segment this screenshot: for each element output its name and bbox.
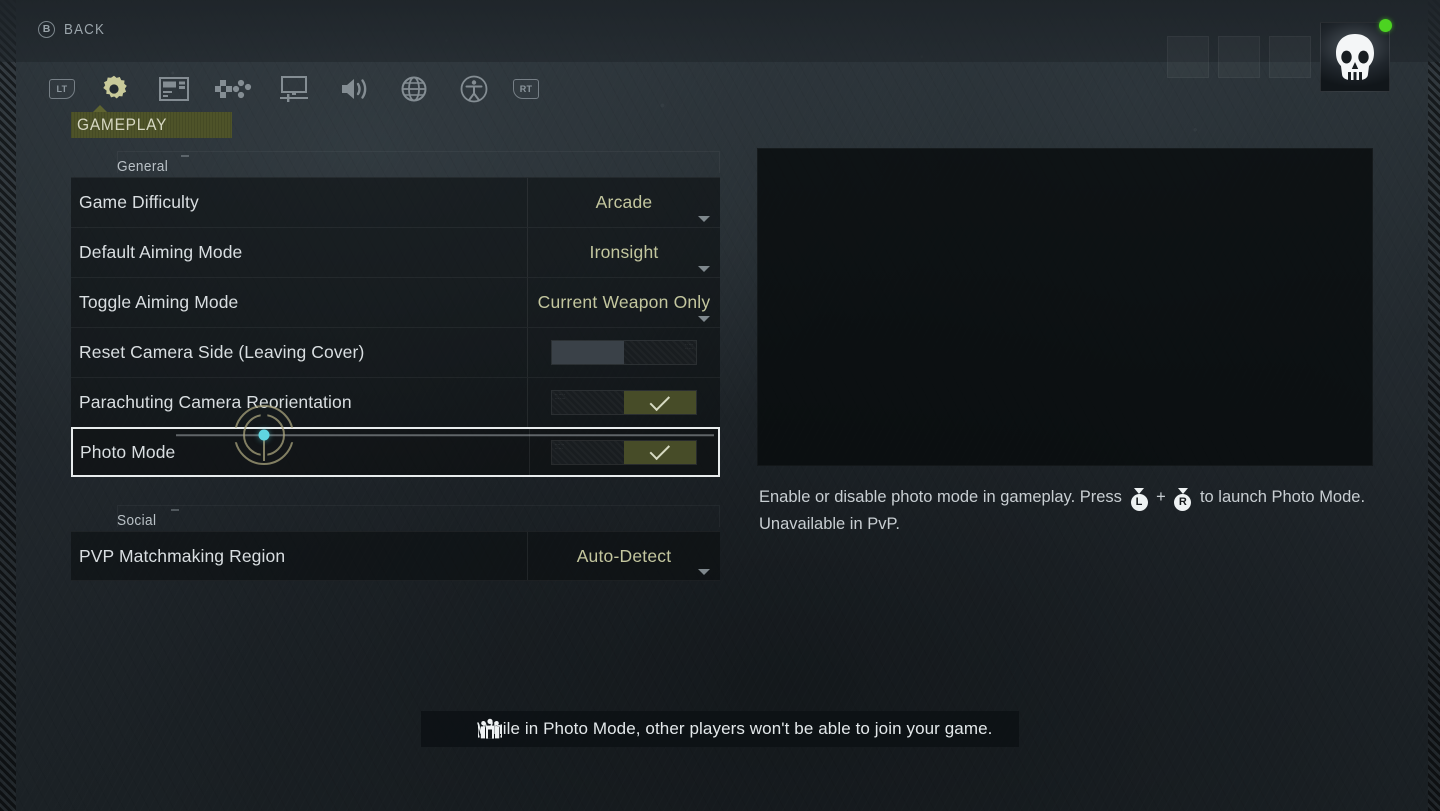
setting-row-default-aiming-mode[interactable]: Default Aiming Mode Ironsight (71, 227, 720, 277)
setting-label: Reset Camera Side (Leaving Cover) (79, 342, 365, 362)
toggle-switch-off[interactable]: ·· ··· ·· ··· (551, 340, 697, 365)
gamepad-icon (215, 79, 252, 99)
tab-accessibility[interactable] (444, 74, 504, 104)
settings-tab-bar: LT RT (40, 74, 548, 104)
avatar-card (1320, 22, 1390, 92)
setting-value: Arcade (595, 192, 653, 212)
toggle-switch-on[interactable]: ···· ·· ·· ··· (551, 439, 697, 465)
hud-interface-icon (159, 77, 189, 101)
settings-list: General Game Difficulty Arcade Default A… (71, 147, 720, 581)
toggle-micro-label: ·· ··· ·· ··· (685, 343, 693, 351)
notification-toast: While in Photo Mode, other players won't… (421, 711, 1019, 747)
section-header-social: Social (71, 501, 720, 531)
section-title: Social (117, 513, 157, 529)
description-part-1: Enable or disable photo mode in gameplay… (759, 488, 1122, 506)
settings-screen: B BACK LT RT GAMEPLAY General Game Diffi… (0, 0, 1440, 811)
rt-bumper-icon: RT (513, 79, 539, 99)
left-stick-button-icon: L (1130, 494, 1148, 511)
section-tick-icon (181, 155, 189, 157)
lt-bumper-icon: LT (49, 79, 75, 99)
avatar[interactable] (1320, 19, 1392, 92)
setting-control-toggle[interactable]: ·· ··· · ··· ···· (527, 378, 720, 427)
toggle-half-on[interactable]: ·· ··· ·· ··· (624, 341, 696, 364)
profile-slot-row (1167, 19, 1392, 92)
setting-label: Parachuting Camera Reorientation (79, 392, 352, 412)
setting-control-dropdown[interactable]: Ironsight (527, 228, 720, 277)
tab-lt-bumper[interactable]: LT (40, 74, 84, 104)
checkmark-icon (649, 439, 670, 461)
toggle-micro-label: ···· ·· ·· ··· (555, 442, 565, 451)
section-rule (117, 151, 720, 173)
tab-rt-bumper[interactable]: RT (504, 74, 548, 104)
setting-row-photo-mode[interactable]: Photo Mode ···· ·· ·· ··· (71, 427, 720, 477)
chevron-down-icon[interactable] (698, 569, 710, 575)
setting-value: Ironsight (589, 242, 659, 262)
setting-label: Photo Mode (80, 441, 176, 462)
tab-gameplay[interactable] (84, 74, 144, 104)
setting-control-toggle[interactable]: ·· ··· ·· ··· (527, 328, 720, 377)
setting-row-pvp-matchmaking-region[interactable]: PVP Matchmaking Region Auto-Detect (71, 531, 720, 581)
setting-row-reset-camera-side[interactable]: Reset Camera Side (Leaving Cover) ·· ···… (71, 327, 720, 377)
detail-panel (757, 148, 1373, 466)
skull-avatar-icon (1336, 34, 1374, 81)
back-button-label: BACK (64, 21, 106, 38)
accessibility-icon (460, 75, 488, 103)
section-header-general: General (71, 147, 720, 177)
description-plus: + (1156, 488, 1166, 506)
setting-label: Game Difficulty (79, 192, 199, 212)
tab-controls[interactable] (204, 74, 264, 104)
squad-group-icon (478, 718, 502, 739)
toggle-half-off[interactable]: ···· ·· ·· ··· (552, 440, 624, 464)
empty-player-slot-3[interactable] (1269, 36, 1311, 78)
globe-icon (401, 76, 427, 102)
toast-message: While in Photo Mode, other players won't… (477, 719, 993, 738)
speaker-icon (342, 79, 367, 99)
tab-audio[interactable] (324, 74, 384, 104)
back-button[interactable]: B BACK (38, 21, 109, 38)
right-stick-button-icon: R (1174, 494, 1192, 511)
chevron-down-icon[interactable] (698, 216, 710, 222)
active-tab-chip-box: GAMEPLAY (71, 112, 232, 138)
empty-player-slot-1[interactable] (1167, 36, 1209, 78)
left-edge-hatch (0, 0, 16, 811)
toggle-half-off[interactable] (552, 341, 624, 364)
tab-online[interactable] (384, 74, 444, 104)
gear-icon (103, 75, 127, 99)
right-edge-hatch (1428, 0, 1440, 811)
toggle-switch-on[interactable]: ·· ··· · ··· ···· (551, 390, 697, 415)
setting-row-game-difficulty[interactable]: Game Difficulty Arcade (71, 177, 720, 227)
b-button-glyph-icon: B (38, 21, 55, 38)
toggle-half-on[interactable] (624, 390, 696, 414)
section-tick-icon (171, 509, 179, 511)
setting-control-dropdown[interactable]: Arcade (527, 178, 720, 227)
active-tab-chip: GAMEPLAY (71, 105, 232, 138)
chevron-down-icon[interactable] (698, 316, 710, 322)
toggle-micro-label: ·· ··· · ··· ···· (555, 393, 566, 401)
setting-label: Toggle Aiming Mode (79, 292, 239, 312)
setting-value: Auto-Detect (576, 545, 672, 566)
tab-interface[interactable] (144, 74, 204, 104)
checkmark-icon (649, 390, 670, 411)
setting-row-toggle-aiming-mode[interactable]: Toggle Aiming Mode Current Weapon Only (71, 277, 720, 327)
tab-video[interactable] (264, 74, 324, 104)
setting-control-dropdown[interactable]: Current Weapon Only (527, 278, 720, 327)
setting-control-toggle[interactable]: ···· ·· ·· ··· (529, 429, 718, 475)
setting-label: Default Aiming Mode (79, 242, 243, 262)
chevron-down-icon[interactable] (698, 266, 710, 272)
setting-row-parachuting-camera-reorientation[interactable]: Parachuting Camera Reorientation ·· ··· … (71, 377, 720, 427)
online-status-indicator (1379, 19, 1392, 32)
toggle-half-on[interactable] (624, 439, 696, 464)
display-icon (280, 76, 308, 102)
setting-description: Enable or disable photo mode in gameplay… (759, 484, 1379, 538)
top-bar: B BACK (0, 0, 1440, 92)
empty-player-slot-2[interactable] (1218, 36, 1260, 78)
setting-control-dropdown[interactable]: Auto-Detect (527, 532, 720, 580)
active-tab-label: GAMEPLAY (77, 115, 168, 134)
setting-value: Current Weapon Only (537, 292, 711, 312)
section-title: General (117, 159, 169, 175)
toggle-half-off[interactable]: ·· ··· · ··· ···· (552, 391, 624, 414)
setting-label: PVP Matchmaking Region (79, 545, 286, 566)
section-rule (117, 505, 720, 527)
